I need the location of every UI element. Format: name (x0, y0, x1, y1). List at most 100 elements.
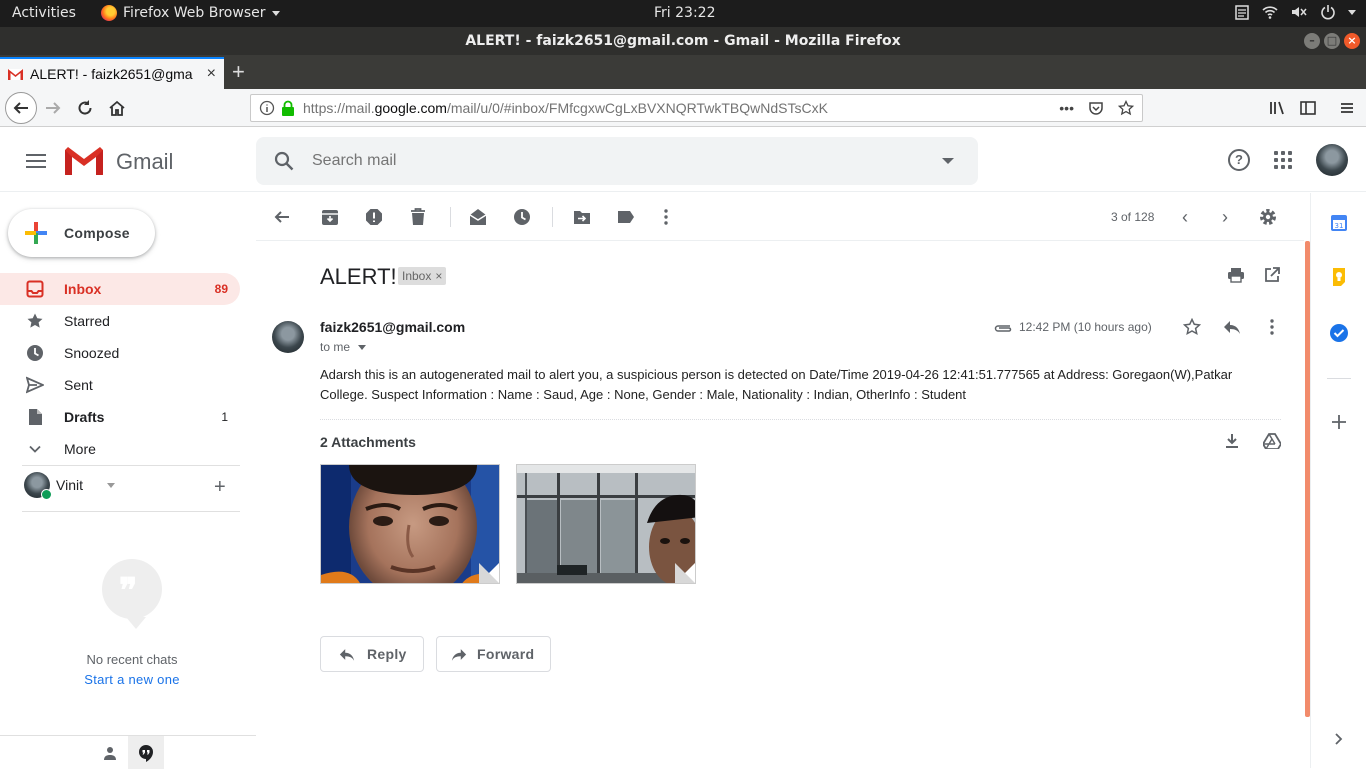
sidebar-item-inbox[interactable]: Inbox 89 (0, 273, 240, 305)
more-actions-button[interactable] (656, 207, 676, 227)
library-button[interactable] (1262, 93, 1292, 123)
search-input[interactable] (312, 152, 912, 170)
remove-label-icon[interactable]: × (435, 269, 442, 283)
sidebar-item-sent[interactable]: Sent (0, 369, 240, 401)
add-chat-icon[interactable]: + (214, 476, 226, 499)
move-to-button[interactable] (572, 207, 592, 227)
hangouts-user[interactable]: Vinit (24, 472, 115, 500)
apps-grid-icon[interactable] (1274, 151, 1292, 169)
account-avatar[interactable] (1316, 144, 1348, 176)
maximize-icon[interactable]: □ (1324, 33, 1340, 49)
app-menu[interactable]: Firefox Web Browser (101, 5, 280, 21)
sidebar-item-more[interactable]: More (0, 433, 240, 465)
sender-avatar[interactable] (272, 321, 304, 353)
volume-muted-icon[interactable] (1290, 4, 1308, 20)
sidebar-item-snoozed[interactable]: Snoozed (0, 337, 240, 369)
system-tray[interactable] (1234, 4, 1356, 20)
report-spam-button[interactable] (364, 207, 384, 227)
url-bar[interactable]: https://mail. google.com/mail/u/0/#inbox/… (250, 94, 1143, 122)
sidebar-item-starred[interactable]: Starred (0, 305, 240, 337)
divider (22, 465, 240, 466)
browser-tab-gmail[interactable]: ALERT! - faizk2651@gma × (0, 57, 224, 89)
lock-icon[interactable] (281, 100, 295, 116)
calendar-icon[interactable]: 31 (1329, 213, 1349, 233)
archive-button[interactable] (320, 207, 340, 227)
reply-button[interactable]: Reply (320, 636, 424, 672)
star-message-button[interactable] (1182, 317, 1202, 337)
search-icon[interactable] (274, 151, 294, 171)
header-actions: ? (1228, 144, 1348, 176)
gmail-logo-icon[interactable] (65, 147, 103, 175)
compose-button[interactable]: Compose (8, 209, 155, 257)
url-path: /mail/u/0/#inbox/FMfcgxwCgLxBVXNQRTwkTBQ… (446, 100, 828, 116)
attachment-thumbnail[interactable] (320, 464, 500, 584)
wifi-icon[interactable] (1262, 4, 1278, 20)
keep-icon[interactable] (1329, 267, 1349, 287)
no-recent-chats-text: No recent chats (86, 652, 178, 667)
activities-button[interactable]: Activities (12, 5, 76, 21)
sidebar-item-label: Drafts (64, 409, 105, 425)
home-button[interactable] (102, 93, 132, 123)
help-icon[interactable]: ? (1228, 149, 1250, 171)
download-icon (1226, 434, 1238, 448)
minimize-icon[interactable]: – (1304, 33, 1320, 49)
main-menu-icon[interactable] (26, 154, 46, 172)
sidebar-item-drafts[interactable]: Drafts 1 (0, 401, 240, 433)
start-new-chat-link[interactable]: Start a new one (0, 672, 264, 687)
contacts-tab[interactable] (96, 736, 124, 769)
system-clock[interactable]: Fri 23:22 (654, 5, 715, 21)
attachments-title: 2 Attachments (320, 434, 416, 450)
person-icon (104, 746, 116, 760)
back-to-inbox-button[interactable] (272, 207, 292, 227)
system-top-bar: Activities Firefox Web Browser Fri 23:22 (0, 0, 1366, 27)
chevron-down-icon[interactable] (106, 482, 115, 488)
pocket-icon[interactable] (1088, 100, 1104, 116)
message-more-button[interactable] (1262, 317, 1282, 337)
print-button[interactable] (1226, 265, 1246, 285)
more-vert-icon (664, 209, 668, 225)
power-icon[interactable] (1320, 4, 1336, 20)
tasks-icon[interactable] (1329, 323, 1349, 343)
attachment-thumbnail[interactable] (516, 464, 696, 584)
trash-icon (411, 208, 425, 225)
sidebar-toggle-button[interactable] (1293, 93, 1323, 123)
close-tab-icon[interactable]: × (207, 65, 216, 83)
clock-icon (514, 209, 530, 225)
new-tab-icon[interactable]: + (232, 59, 245, 85)
forward-icon (451, 648, 467, 661)
download-all-button[interactable] (1222, 431, 1242, 451)
forward-button[interactable]: Forward (436, 636, 551, 672)
search-bar[interactable] (256, 137, 978, 185)
delete-button[interactable] (408, 207, 428, 227)
clipboard-icon[interactable] (1234, 4, 1250, 20)
info-icon[interactable] (259, 100, 275, 116)
recipient-details[interactable]: to me (320, 340, 367, 354)
bookmark-star-icon[interactable] (1118, 100, 1134, 116)
labels-button[interactable] (616, 207, 636, 227)
chevron-left-icon[interactable]: ‹ (1182, 207, 1188, 228)
chevron-right-icon[interactable]: › (1222, 207, 1228, 228)
search-options-icon[interactable] (942, 158, 954, 164)
snooze-button[interactable] (512, 207, 532, 227)
close-window-icon[interactable]: × (1344, 33, 1360, 49)
settings-button[interactable] (1258, 207, 1278, 227)
app-menu-button[interactable] (1332, 93, 1362, 123)
divider (1327, 378, 1351, 379)
back-button[interactable] (5, 92, 37, 124)
gmail-brand[interactable]: Gmail (116, 149, 173, 175)
chevron-right-icon[interactable] (1329, 729, 1349, 749)
divider (22, 511, 240, 512)
reply-icon-button[interactable] (1222, 317, 1242, 337)
sender-email[interactable]: faizk2651@gmail.com (320, 319, 465, 335)
hangouts-tab[interactable] (128, 736, 164, 769)
add-addon-icon[interactable] (1329, 412, 1349, 432)
save-to-drive-button[interactable] (1262, 431, 1282, 451)
compose-plus-icon (25, 222, 47, 244)
forward-button[interactable] (38, 93, 68, 123)
page-actions-icon[interactable]: ••• (1059, 100, 1074, 116)
window-title: ALERT! - faizk2651@gmail.com - Gmail - M… (465, 33, 901, 49)
open-new-window-button[interactable] (1262, 265, 1282, 285)
mark-unread-button[interactable] (468, 207, 488, 227)
reload-button[interactable] (70, 93, 100, 123)
inbox-label-chip[interactable]: Inbox × (398, 267, 447, 285)
